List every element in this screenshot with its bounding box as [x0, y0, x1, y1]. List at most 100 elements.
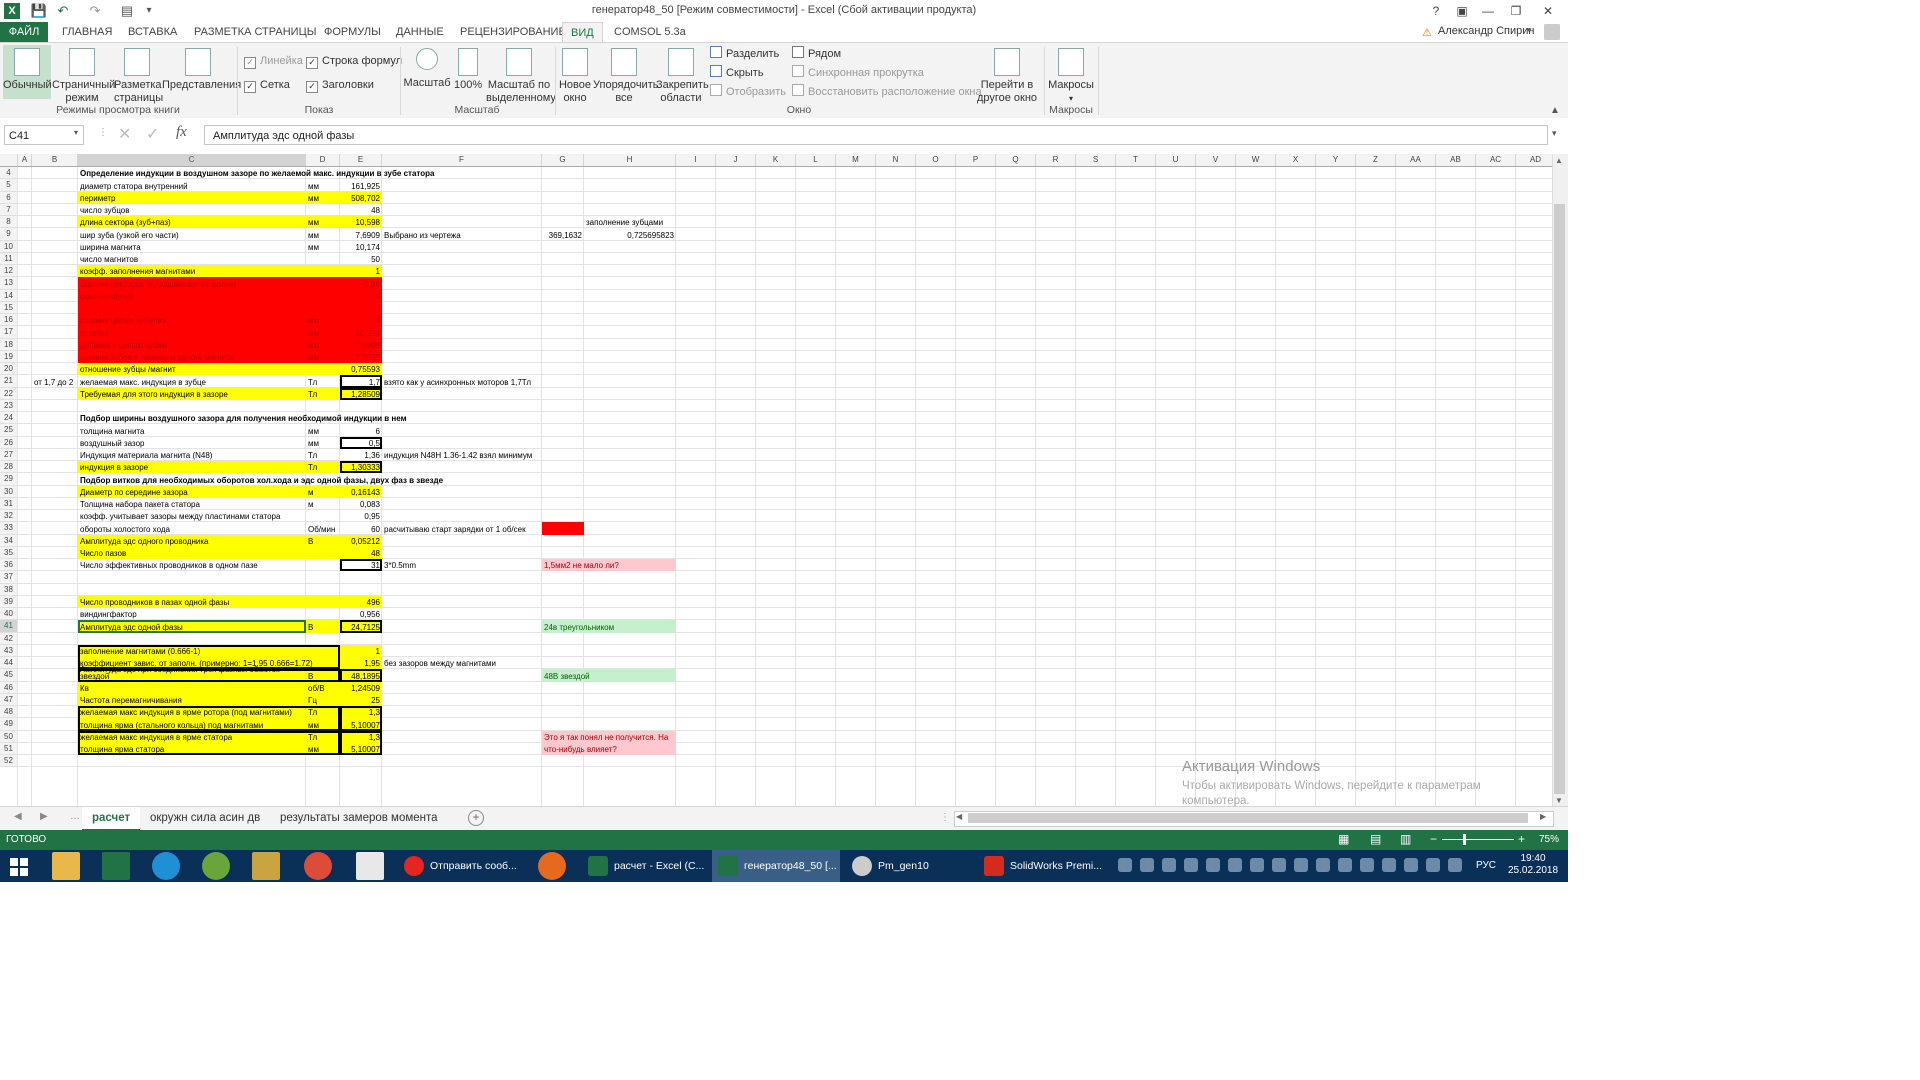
cell[interactable]: 7,6909 [340, 228, 382, 240]
page-break-view-button[interactable]: Страничный режим [52, 45, 115, 104]
tab-data[interactable]: ДАННЫЕ [388, 22, 452, 42]
tab-home[interactable]: ГЛАВНАЯ [54, 22, 120, 42]
cell[interactable]: 0,95 [340, 510, 382, 522]
cell[interactable]: 0,5 [340, 437, 382, 449]
cell[interactable]: Число проводников в пазах одной фазы [78, 596, 306, 608]
tab-insert[interactable]: ВСТАВКА [120, 22, 185, 42]
row-header[interactable]: 40 [0, 608, 18, 621]
cell[interactable]: об/В [306, 682, 340, 694]
cell[interactable]: сколько целых [78, 290, 306, 302]
cell[interactable]: индукция в зазоре [78, 461, 306, 473]
cell[interactable]: 0,956 [340, 608, 382, 620]
cell[interactable]: Тл [306, 461, 340, 473]
row-header[interactable]: 27 [0, 448, 18, 461]
cell[interactable]: 5,10007 [340, 718, 382, 730]
row-header[interactable]: 38 [0, 583, 18, 596]
cell[interactable]: 1,5мм2 не мало ли? [542, 559, 619, 571]
cell[interactable]: 1,30333 [340, 461, 382, 473]
ribbon-options-icon[interactable]: ▣ [1450, 0, 1474, 22]
row-header[interactable]: 14 [0, 289, 18, 302]
cell[interactable]: сколько секторов укладывается в1 магнит [78, 277, 306, 289]
zoom-button[interactable]: Масштаб [402, 45, 452, 101]
task-yandex[interactable]: Отправить сооб... [398, 850, 526, 882]
row-header[interactable]: 25 [0, 424, 18, 437]
row-header[interactable]: 10 [0, 240, 18, 253]
new-window-button[interactable]: Новое окно [558, 45, 592, 104]
tray-icon[interactable] [1338, 858, 1352, 872]
row-header[interactable]: 19 [0, 350, 18, 363]
cell[interactable]: 1,3 [340, 706, 382, 718]
row-header[interactable]: 47 [0, 693, 18, 706]
zoom-out-icon[interactable]: − [1430, 832, 1437, 846]
cell[interactable]: Число пазов [78, 547, 306, 559]
page-break-status-icon[interactable]: ▥ [1400, 832, 1411, 846]
scroll-left-icon[interactable]: ◀ [956, 812, 962, 821]
cell[interactable]: 0,96 [340, 277, 382, 289]
cell[interactable]: коэфф. учитывает зазоры между пластинами… [78, 510, 306, 522]
task-excel-generator[interactable]: генератор48_50 [... [712, 850, 840, 882]
sheet-tab-raschet[interactable]: расчет [82, 807, 141, 831]
cell[interactable]: 25 [340, 694, 382, 706]
task-pm-gen10[interactable]: Pm_gen10 [846, 850, 970, 882]
tray-icon[interactable] [1162, 858, 1176, 872]
headings-checkbox[interactable]: ✓ Заголовки [306, 77, 374, 93]
cell[interactable]: Диаметр по середине зазора [78, 486, 306, 498]
cell[interactable]: взято как у асинхронных моторов 1,7Тл [382, 375, 542, 387]
row-header[interactable]: 39 [0, 595, 18, 608]
tray-icon[interactable] [1294, 858, 1308, 872]
cell[interactable]: 24,7125 [340, 620, 382, 632]
gridlines-checkbox[interactable]: ✓ Сетка [244, 77, 290, 93]
tray-icon[interactable] [1272, 858, 1286, 872]
tray-icon[interactable] [1184, 858, 1198, 872]
cell[interactable]: Гц [306, 694, 340, 706]
cell[interactable]: мм [306, 437, 340, 449]
cell[interactable]: Подбор витков для необходимых оборотов х… [78, 473, 443, 485]
custom-views-button[interactable]: Представления [162, 45, 241, 101]
cell[interactable]: мм [306, 228, 340, 240]
cell[interactable]: Это я так понял не получится. На [542, 731, 668, 743]
row-header[interactable]: 24 [0, 412, 18, 425]
scroll-up-icon[interactable]: ▲ [1555, 156, 1563, 165]
tab-review[interactable]: РЕЦЕНЗИРОВАНИЕ [452, 22, 574, 42]
row-header[interactable]: 48 [0, 706, 18, 719]
cell[interactable]: 48 [340, 204, 382, 216]
tray-icon[interactable] [1118, 858, 1132, 872]
help-button[interactable]: ? [1424, 0, 1448, 22]
cell[interactable]: ширина целых зуб+паз [78, 314, 306, 326]
row-header[interactable]: 41 [0, 620, 18, 633]
windows-start-icon[interactable] [10, 858, 28, 876]
zoom-slider-thumb[interactable] [1463, 834, 1466, 845]
cell[interactable]: диаметр статора внутренний [78, 179, 306, 191]
cell[interactable]: без зазоров между магнитами [382, 657, 542, 669]
zoom-100-button[interactable]: 100% [454, 45, 482, 101]
file-explorer-icon[interactable] [52, 852, 80, 880]
cell[interactable]: Толщина набора пакета статора [78, 498, 306, 510]
row-header[interactable]: 44 [0, 657, 18, 670]
row-header[interactable]: 49 [0, 718, 18, 731]
avatar[interactable] [1544, 24, 1560, 40]
cell[interactable]: 5,10007 [340, 743, 382, 755]
row-header[interactable]: 32 [0, 510, 18, 523]
worksheet-grid[interactable]: A B C D E F G H I J K L M N O P Q R S T U V W X Y Z AA AB AC AD 45678… [0, 154, 1552, 806]
formula-bar-checkbox[interactable]: ✓ Строка формул [306, 53, 402, 69]
unhide-button[interactable]: Отобразить [710, 84, 786, 100]
cell[interactable]: 0,083 [340, 498, 382, 510]
cell[interactable]: 1,28509 [340, 388, 382, 400]
scroll-right-icon[interactable]: ▶ [1540, 812, 1546, 821]
cell[interactable]: что-нибудь влияет? [542, 743, 617, 755]
cell[interactable]: толщина ярма (стального кольца) под магн… [78, 718, 306, 730]
cell[interactable]: 1,7 [340, 375, 382, 387]
cell[interactable]: 3*0.5mm [382, 559, 542, 571]
expand-formula-bar-icon[interactable]: ▾ [1552, 128, 1557, 139]
cell[interactable]: добавка к целым зубам [78, 339, 306, 351]
volume-icon[interactable] [1448, 858, 1462, 872]
cell[interactable]: Кв [78, 682, 306, 694]
cell[interactable]: 48В звездой [542, 669, 590, 681]
minimize-button[interactable]: — [1476, 0, 1500, 22]
cell[interactable]: ширина магнита [78, 241, 306, 253]
zoom-level[interactable]: 75% [1539, 834, 1559, 845]
maximize-button[interactable]: ❐ [1504, 0, 1528, 22]
cell[interactable]: 1,95 [340, 657, 382, 669]
cell[interactable]: заполнение магнитами (0.666-1) [78, 645, 306, 657]
next-sheet-icon[interactable]: ▶ [40, 811, 48, 822]
